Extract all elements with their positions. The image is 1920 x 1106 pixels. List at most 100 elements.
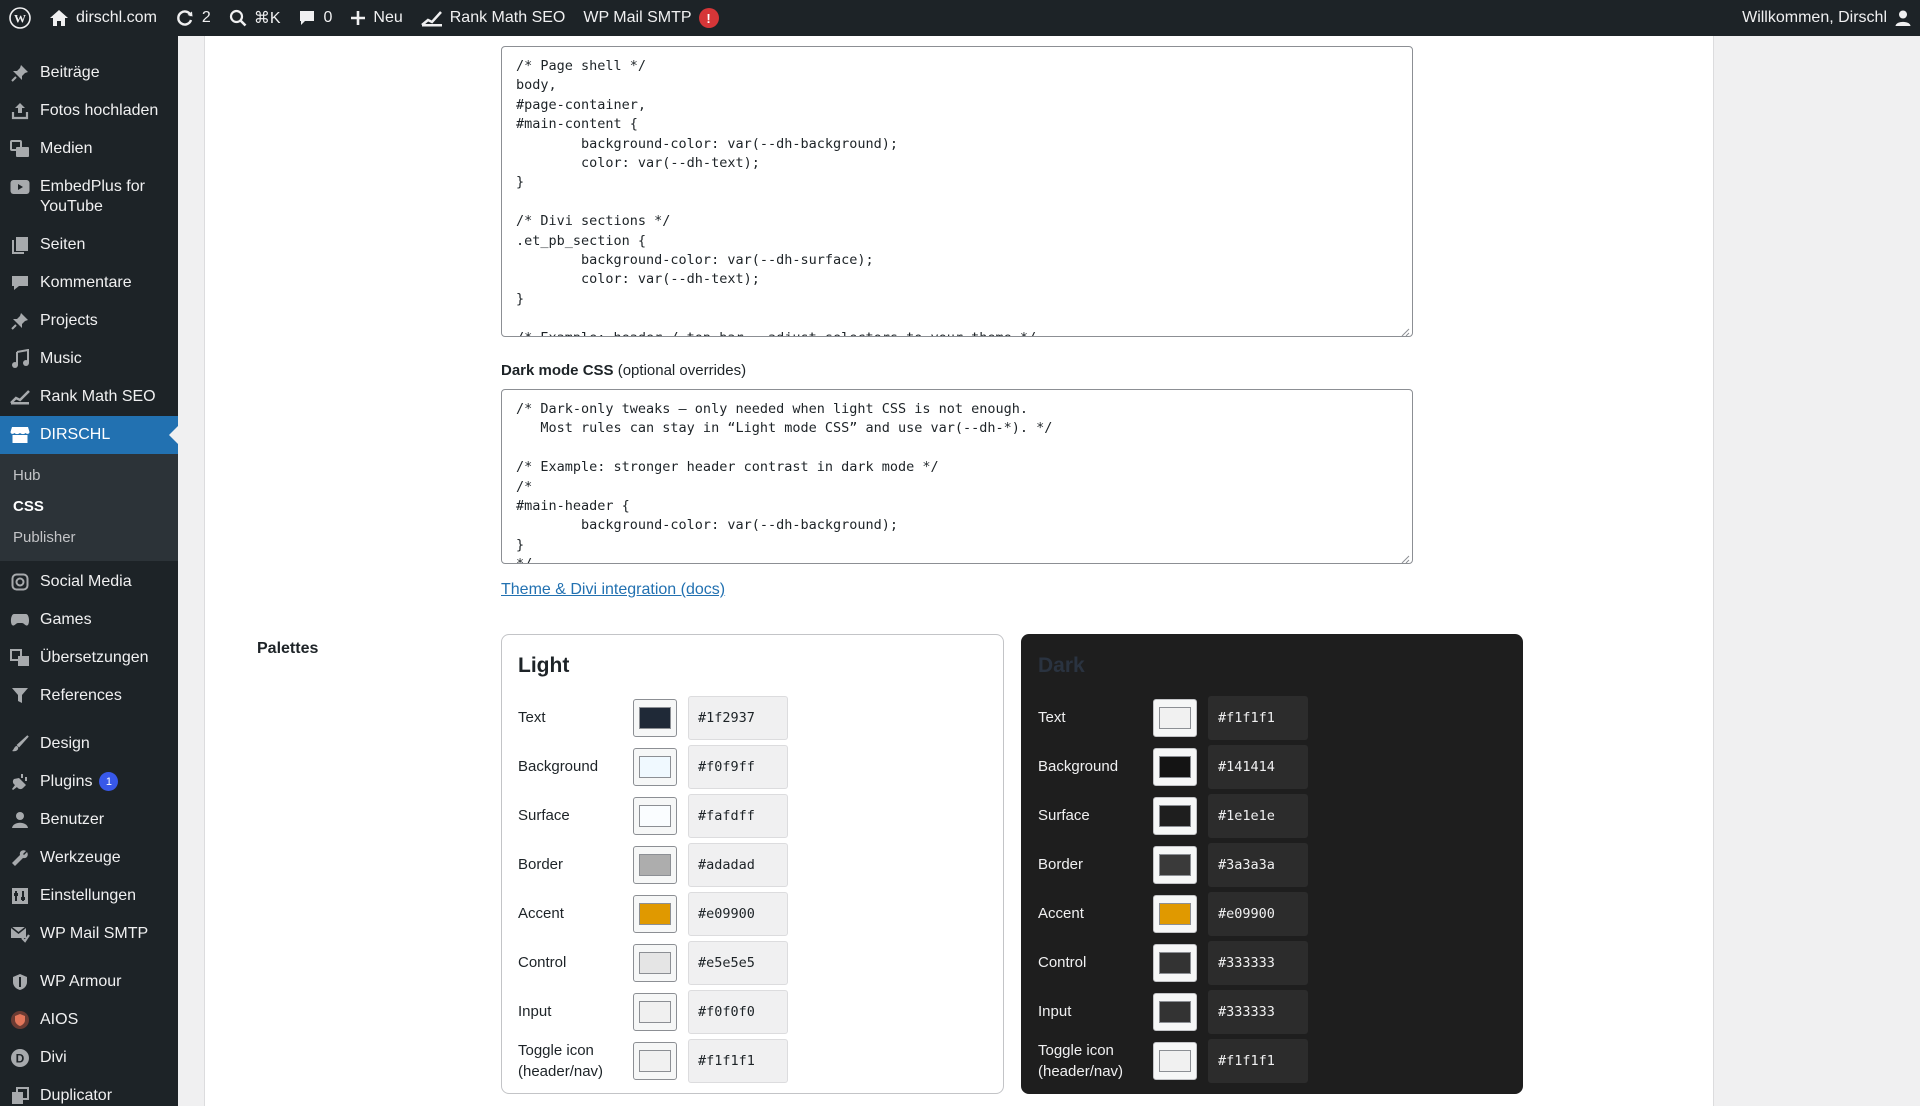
menu-item-seiten[interactable]: Seiten [0, 226, 178, 264]
menu-item-wp-mail-smtp[interactable]: WP Mail SMTP [0, 915, 178, 953]
comments-count: 0 [323, 9, 333, 26]
menu-item-dirschl[interactable]: DIRSCHL [0, 416, 178, 454]
color-picker-button[interactable] [1153, 698, 1197, 737]
submenu-item-publisher[interactable]: Publisher [0, 522, 178, 553]
color-swatch [639, 902, 671, 925]
hex-color-input[interactable]: #fafdff [688, 793, 788, 838]
hex-color-input[interactable]: #f0f9ff [688, 744, 788, 789]
menu-item-projects[interactable]: Projects [0, 302, 178, 340]
color-picker-button[interactable] [1153, 894, 1197, 933]
hex-color-input[interactable]: #3a3a3a [1208, 842, 1308, 887]
dark-css-textarea[interactable]: /* Dark-only tweaks — only needed when l… [501, 389, 1413, 564]
menu-item-plugins[interactable]: Plugins 1 [0, 763, 178, 801]
menu-item-beiträge[interactable]: Beiträge [0, 54, 178, 92]
light-css-textarea[interactable]: /* Page shell */ body, #page-container, … [501, 46, 1413, 337]
color-picker-button[interactable] [1153, 845, 1197, 884]
page-scrollbar[interactable] [1904, 36, 1920, 1106]
color-swatch [639, 853, 671, 876]
hex-color-input[interactable]: #f1f1f1 [688, 1038, 788, 1083]
hex-color-input[interactable]: #adadad [688, 842, 788, 887]
submenu-item-hub[interactable]: Hub [0, 460, 178, 491]
menu-item-wp-armour[interactable]: WP Armour [0, 963, 178, 1001]
menu-item-social-media[interactable]: Social Media [0, 563, 178, 601]
palette-row: Accent #e09900 [1038, 889, 1506, 938]
menu-item-aios[interactable]: AIOS [0, 1001, 178, 1039]
hex-color-input[interactable]: #1f2937 [688, 695, 788, 740]
menu-item-fotos-hochladen[interactable]: Fotos hochladen [0, 92, 178, 130]
menu-item-label: Projects [40, 312, 98, 329]
smtp-link[interactable]: WP Mail SMTP ! [574, 0, 727, 36]
hex-color-input[interactable]: #f1f1f1 [1208, 1038, 1308, 1083]
menu-item-label: Werkzeuge [40, 849, 121, 866]
menu-item-kommentare[interactable]: Kommentare [0, 264, 178, 302]
color-swatch [639, 1049, 671, 1072]
color-picker-button[interactable] [1153, 943, 1197, 982]
aios-icon [10, 1010, 30, 1030]
duplicator-icon [10, 1086, 30, 1106]
menu-item-duplicator[interactable]: Duplicator [0, 1077, 178, 1106]
search-link[interactable]: ⌘K [220, 0, 290, 36]
palette-row: Surface #fafdff [518, 791, 987, 840]
menu-item-benutzer[interactable]: Benutzer [0, 801, 178, 839]
color-picker-button[interactable] [633, 698, 677, 737]
docs-link[interactable]: Theme & Divi integration (docs) [501, 581, 725, 599]
hex-color-input[interactable]: #f0f0f0 [688, 989, 788, 1034]
resize-grip-icon[interactable] [1400, 551, 1410, 563]
color-picker-button[interactable] [633, 747, 677, 786]
menu-item-games[interactable]: Games [0, 601, 178, 639]
color-picker-button[interactable] [633, 1041, 677, 1080]
svg-text:D: D [16, 1052, 25, 1066]
hex-color-input[interactable]: #333333 [1208, 989, 1308, 1034]
color-swatch [1159, 1049, 1191, 1072]
menu-item-design[interactable]: Design [0, 725, 178, 763]
menu-item-references[interactable]: References [0, 677, 178, 715]
menu-item-embedplus-for-youtube[interactable]: EmbedPlus for YouTube [0, 168, 178, 226]
hex-color-input[interactable]: #333333 [1208, 940, 1308, 985]
menu-item-label: Social Media [40, 573, 132, 590]
color-picker-button[interactable] [633, 845, 677, 884]
palette-color-name: Surface [1038, 807, 1090, 824]
wrench-icon [10, 848, 30, 868]
palette-color-name: Accent [518, 905, 564, 922]
updates-link[interactable]: 2 [166, 0, 220, 36]
palette-color-name: Control [1038, 954, 1087, 971]
site-name-link[interactable]: dirschl.com [40, 0, 166, 36]
menu-item-übersetzungen[interactable]: Übersetzungen [0, 639, 178, 677]
wordpress-logo-icon[interactable]: W [0, 0, 40, 36]
menu-item-rank-math-seo[interactable]: Rank Math SEO [0, 378, 178, 416]
menu-item-music[interactable]: Music [0, 340, 178, 378]
color-picker-button[interactable] [1153, 992, 1197, 1031]
color-picker-button[interactable] [1153, 796, 1197, 835]
instagram-icon [10, 572, 30, 592]
menu-item-einstellungen[interactable]: Einstellungen [0, 877, 178, 915]
menu-item-label: References [40, 687, 122, 704]
youtube-icon [10, 177, 30, 197]
hex-color-input[interactable]: #141414 [1208, 744, 1308, 789]
plus-icon [350, 10, 366, 26]
hex-color-input[interactable]: #f1f1f1 [1208, 695, 1308, 740]
hex-color-input[interactable]: #e5e5e5 [688, 940, 788, 985]
color-swatch [1159, 1000, 1191, 1023]
mail-icon [10, 924, 30, 944]
submenu-item-css[interactable]: CSS [0, 491, 178, 522]
comments-link[interactable]: 0 [289, 0, 341, 36]
new-content-link[interactable]: Neu [341, 0, 411, 36]
palette-row: Toggle icon (header/nav) #f1f1f1 [1038, 1036, 1506, 1085]
color-picker-button[interactable] [633, 943, 677, 982]
resize-grip-icon[interactable] [1400, 324, 1410, 336]
menu-item-werkzeuge[interactable]: Werkzeuge [0, 839, 178, 877]
color-picker-button[interactable] [1153, 1041, 1197, 1080]
color-picker-button[interactable] [1153, 747, 1197, 786]
light-palette-title: Light [518, 654, 570, 677]
hex-color-input[interactable]: #e09900 [688, 891, 788, 936]
color-picker-button[interactable] [633, 894, 677, 933]
hex-color-input[interactable]: #1e1e1e [1208, 793, 1308, 838]
rankmath-link[interactable]: Rank Math SEO [412, 0, 575, 36]
menu-item-label: Beiträge [40, 64, 100, 81]
color-picker-button[interactable] [633, 992, 677, 1031]
color-picker-button[interactable] [633, 796, 677, 835]
hex-color-input[interactable]: #e09900 [1208, 891, 1308, 936]
my-account-link[interactable]: Willkommen, Dirschl [1733, 0, 1920, 36]
menu-item-divi[interactable]: D Divi [0, 1039, 178, 1077]
menu-item-medien[interactable]: Medien [0, 130, 178, 168]
